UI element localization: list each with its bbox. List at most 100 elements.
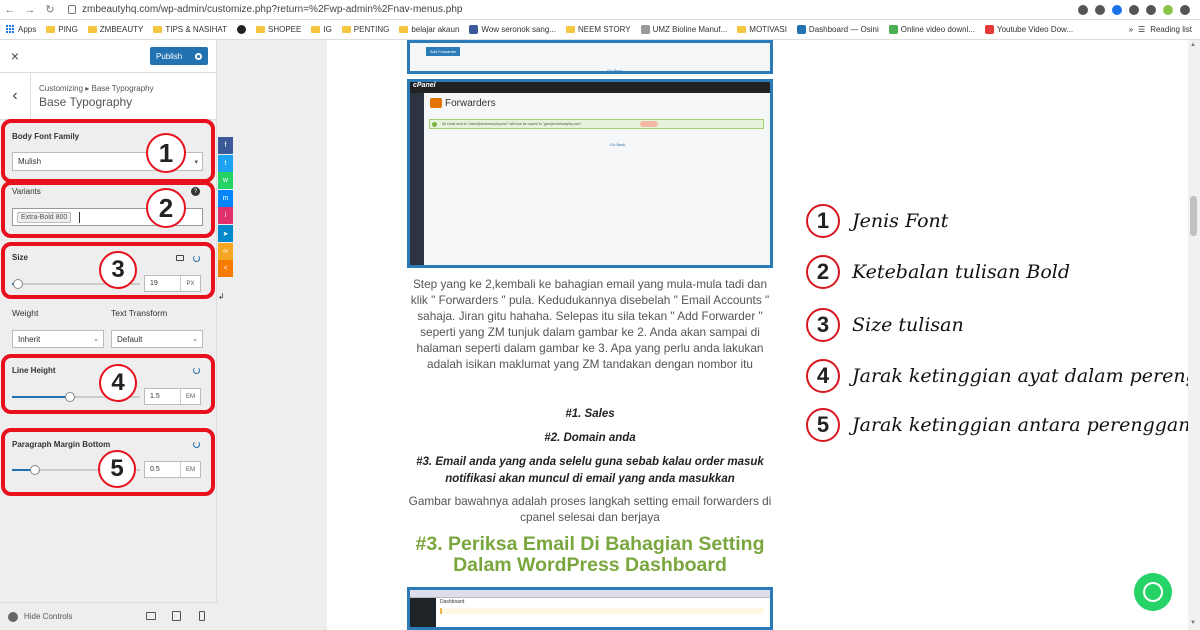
whatsapp-icon[interactable]: w — [218, 172, 233, 190]
cpanel-sidebar — [410, 93, 424, 265]
scroll-thumb[interactable] — [1190, 196, 1197, 236]
bookmark-apps[interactable]: Apps — [6, 25, 36, 34]
go-back-link: Go Back — [610, 142, 626, 147]
bookmarks-bar: Apps PING ZMBEAUTY TIPS & NASIHAT SHOPEE… — [0, 20, 1200, 40]
bookmark-github[interactable] — [237, 25, 246, 34]
bookmark-dashboard-osini[interactable]: Dashboard — Osini — [796, 25, 879, 34]
preview-left-margin — [217, 40, 327, 630]
go-back-link: Go Back — [607, 68, 623, 73]
hide-controls-button[interactable]: Hide Controls — [24, 612, 72, 621]
bookmark-ig[interactable]: IG — [311, 25, 332, 34]
scrollbar[interactable]: ▲ ▼ — [1188, 40, 1200, 630]
chevron-down-icon: ⌄ — [192, 336, 198, 343]
tablet-preview-icon[interactable] — [172, 611, 181, 621]
bookmark-belajar-akaun[interactable]: belajar akaun — [399, 25, 459, 34]
paragraph-result: Gambar bawahnya adalah proses langkah se… — [408, 494, 772, 525]
cpanel-logo: cPanel — [410, 82, 770, 93]
folder-icon — [311, 26, 321, 33]
twitter-icon[interactable]: t — [218, 154, 233, 172]
url-text: zmbeautyhq.com/wp-admin/customize.php?re… — [82, 4, 463, 15]
annotation-item: 3 Size tulisan — [806, 308, 964, 342]
screenshot-wp-dashboard: Dashboard — [407, 587, 773, 630]
callout-5: 5 — [98, 450, 136, 488]
address-bar[interactable]: zmbeautyhq.com/wp-admin/customize.php?re… — [68, 4, 1078, 15]
bookmark-penting[interactable]: PENTING — [341, 25, 389, 34]
weight-select[interactable]: Inherit ⌄ — [12, 330, 104, 348]
panel-footer: Hide Controls — [0, 602, 217, 630]
folder-icon — [87, 26, 97, 33]
folder-icon — [153, 26, 163, 33]
dashboard-title: Dashboard — [440, 599, 465, 605]
reload-icon[interactable]: ↻ — [40, 3, 60, 16]
facebook-icon[interactable]: f — [218, 137, 233, 154]
reading-list[interactable]: » ☰ Reading list — [1129, 25, 1192, 34]
forward-arrow-icon[interactable]: → — [20, 4, 40, 16]
add-forwarder-button: Add Forwarder — [426, 47, 461, 56]
back-arrow-icon[interactable]: ← — [0, 4, 20, 16]
success-alert: All email sent to "sales@zmbeautyhq.com"… — [429, 119, 764, 129]
publish-button[interactable]: Publish — [150, 47, 208, 65]
extension-icon[interactable] — [1095, 4, 1105, 15]
folder-icon — [399, 26, 409, 33]
point-1: #1. Sales — [565, 408, 615, 420]
text-transform-label: Text Transform — [111, 308, 168, 318]
gear-icon[interactable] — [195, 52, 202, 60]
lock-icon — [68, 5, 76, 14]
folder-icon — [737, 26, 747, 33]
desktop-preview-icon[interactable] — [146, 612, 156, 620]
reading-list-icon: ☰ — [1138, 25, 1146, 34]
browser-bar — [410, 590, 770, 598]
scroll-down-icon[interactable]: ▼ — [1190, 620, 1196, 626]
back-chevron-icon[interactable]: ‹ — [0, 87, 30, 105]
folder-icon — [256, 26, 265, 33]
folder-icon — [46, 26, 56, 33]
bookmark-neem-story[interactable]: NEEM STORY — [565, 25, 631, 34]
close-icon[interactable]: × — [0, 48, 30, 64]
section-title: Base Typography — [39, 94, 133, 109]
bookmark-online-video[interactable]: Online video downl... — [888, 25, 975, 34]
annotation-item: 5 Jarak ketinggian antara perenggan — [806, 408, 1190, 442]
callout-4: 4 — [99, 364, 137, 402]
paragraph-step2: Step yang ke 2,kembali ke bahagian email… — [410, 277, 770, 372]
telegram-icon[interactable]: ➤ — [218, 225, 233, 242]
bookmark-shopee[interactable]: SHOPEE — [256, 25, 301, 34]
callout-1: 1 — [146, 133, 186, 173]
star-icon[interactable] — [1078, 4, 1088, 15]
collapse-share-icon[interactable]: ↲ — [218, 292, 225, 301]
folder-icon — [341, 26, 351, 33]
menu-dots-icon[interactable] — [1180, 4, 1190, 15]
check-icon — [432, 122, 437, 127]
scroll-up-icon[interactable]: ▲ — [1190, 42, 1196, 48]
screenshot-add-forwarder: Add Forwarder Go Back — [407, 40, 773, 74]
link-icon[interactable]: ∞ — [218, 242, 233, 260]
bookmark-motivasi[interactable]: MOTIVASI — [737, 25, 787, 34]
bookmark-wow-seronok[interactable]: Wow seronok sang... — [469, 25, 556, 34]
hide-controls-icon[interactable] — [8, 611, 18, 622]
point-2: #2. Domain anda — [544, 432, 636, 444]
settings-extension-icon[interactable] — [1129, 4, 1139, 15]
callout-3: 3 — [99, 251, 137, 289]
instagram-icon[interactable]: i — [218, 207, 233, 225]
puzzle-icon[interactable] — [1146, 4, 1156, 15]
breadcrumb-path: Customizing ▸ Base Typography — [39, 83, 154, 93]
share-icon[interactable]: < — [218, 260, 233, 278]
whatsapp-icon — [1143, 582, 1163, 602]
facebook-extension-icon[interactable] — [1112, 4, 1122, 15]
bookmark-tips[interactable]: TIPS & NASIHAT — [153, 25, 227, 34]
messenger-icon[interactable]: m — [218, 189, 233, 207]
text-transform-select[interactable]: Default ⌄ — [111, 330, 203, 348]
bookmark-umz-bioline[interactable]: UMZ Bioline Manuf... — [640, 25, 727, 34]
avatar[interactable] — [1163, 4, 1173, 15]
mobile-preview-icon[interactable] — [199, 611, 205, 621]
notice-bar — [440, 608, 764, 614]
site-icon — [640, 25, 650, 34]
whatsapp-chat-button[interactable] — [1134, 573, 1172, 611]
bookmark-zmbeauty[interactable]: ZMBEAUTY — [87, 25, 143, 34]
pointing-hand-icon — [640, 121, 658, 127]
section-heading: #3. Periksa Email Di Bahagian Setting Da… — [415, 533, 765, 576]
screenshot-forwarders: cPanel Forwarders All email sent to "sal… — [407, 79, 773, 268]
dashboard-icon — [796, 25, 806, 34]
bookmark-ping[interactable]: PING — [46, 25, 78, 34]
bookmark-youtube-video[interactable]: Youtube Video Dow... — [985, 25, 1073, 34]
weight-label: Weight — [12, 308, 39, 318]
